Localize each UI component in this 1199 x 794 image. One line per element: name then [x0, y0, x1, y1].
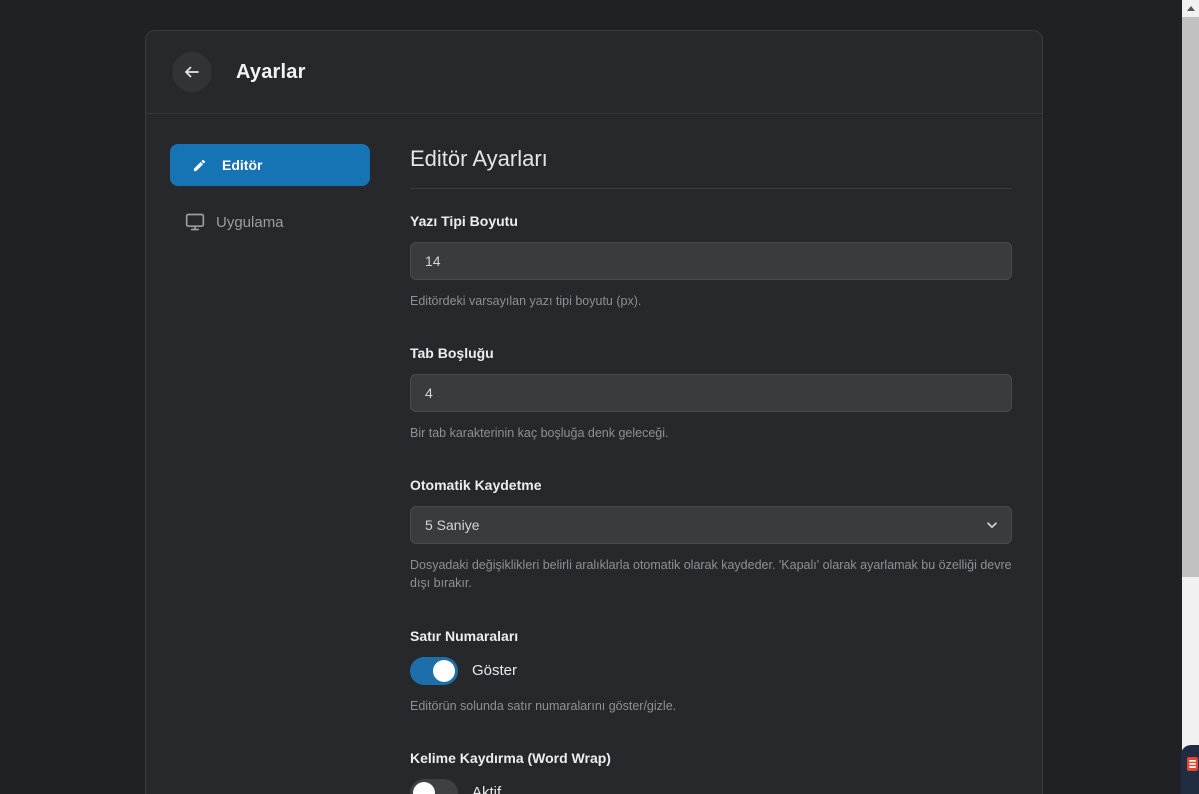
settings-card: Ayarlar Editör Uygulama Editör Ayarları … [145, 30, 1043, 794]
autosave-select[interactable]: 5 Saniye [410, 506, 1012, 544]
field-help: Editörün solunda satır numaralarını göst… [410, 697, 1012, 715]
sidebar-item-label: Editör [222, 157, 262, 173]
field-label: Yazı Tipi Boyutu [410, 213, 1012, 229]
back-button[interactable] [172, 52, 212, 92]
toggle-knob [433, 660, 455, 682]
chevron-down-icon [985, 518, 999, 532]
word-wrap-toggle[interactable] [410, 779, 458, 794]
section-title: Editör Ayarları [410, 146, 1012, 172]
section-divider [410, 188, 1012, 189]
sidebar-item-editor[interactable]: Editör [170, 144, 370, 186]
field-label: Kelime Kaydırma (Word Wrap) [410, 750, 1012, 766]
settings-body: Editör Uygulama Editör Ayarları Yazı Tip… [146, 114, 1042, 794]
toggle-row: Aktif [410, 779, 1012, 794]
editor-settings-panel: Editör Ayarları Yazı Tipi Boyutu Editörd… [410, 144, 1012, 794]
line-numbers-field-group: Satır Numaraları Göster Editörün solunda… [410, 628, 1012, 715]
settings-page: { "header": { "title": "Ayarlar" }, "sid… [0, 0, 1199, 794]
field-label: Tab Boşluğu [410, 345, 1012, 361]
font-size-input[interactable] [410, 242, 1012, 280]
arrow-left-icon [183, 63, 201, 81]
extension-badge-icon [1187, 757, 1198, 771]
autosave-field-group: Otomatik Kaydetme 5 Saniye Dosyadaki değ… [410, 477, 1012, 592]
page-title: Ayarlar [236, 61, 306, 84]
field-help: Bir tab karakterinin kaç boşluğa denk ge… [410, 424, 1012, 442]
tab-size-input[interactable] [410, 374, 1012, 412]
sidebar-item-application[interactable]: Uygulama [170, 208, 370, 236]
scrollbar-up-button[interactable] [1182, 0, 1199, 17]
toggle-state-label: Aktif [472, 784, 501, 794]
toggle-row: Göster [410, 657, 1012, 685]
monitor-icon [185, 212, 205, 232]
field-label: Satır Numaraları [410, 628, 1012, 644]
vertical-scrollbar[interactable] [1182, 0, 1199, 794]
tab-size-field-group: Tab Boşluğu Bir tab karakterinin kaç boş… [410, 345, 1012, 442]
toggle-state-label: Göster [472, 662, 517, 679]
autosave-select-value: 5 Saniye [425, 517, 479, 533]
field-help: Editördeki varsayılan yazı tipi boyutu (… [410, 292, 1012, 310]
settings-sidebar: Editör Uygulama [170, 144, 370, 794]
word-wrap-field-group: Kelime Kaydırma (Word Wrap) Aktif [410, 750, 1012, 794]
scrollbar-thumb[interactable] [1182, 17, 1199, 577]
field-help: Dosyadaki değişiklikleri belirli aralıkl… [410, 556, 1012, 592]
font-size-field-group: Yazı Tipi Boyutu Editördeki varsayılan y… [410, 213, 1012, 310]
sidebar-item-label: Uygulama [216, 214, 284, 231]
pencil-icon [192, 158, 207, 173]
settings-header: Ayarlar [146, 31, 1042, 114]
toggle-knob [413, 782, 435, 794]
field-label: Otomatik Kaydetme [410, 477, 1012, 493]
line-numbers-toggle[interactable] [410, 657, 458, 685]
triangle-up-icon [1187, 6, 1195, 11]
floating-extension-widget[interactable] [1181, 745, 1199, 794]
